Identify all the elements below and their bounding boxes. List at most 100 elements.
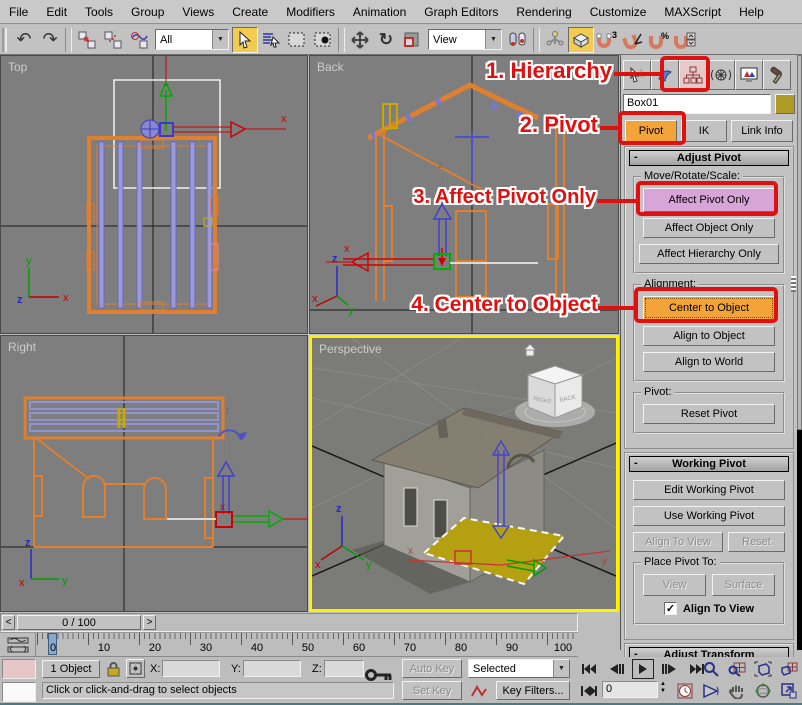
affect-hierarchy-only-button[interactable]: Affect Hierarchy Only (639, 244, 779, 264)
selection-filter-dropdown[interactable]: All (155, 29, 229, 50)
next-frame-icon[interactable] (658, 659, 680, 679)
x-coordinate-field[interactable] (162, 660, 220, 677)
time-configuration-icon[interactable] (674, 681, 696, 701)
align-to-world-button[interactable]: Align to World (643, 352, 775, 372)
use-working-pivot-button[interactable]: Use Working Pivot (633, 506, 785, 526)
keyboard-override-icon[interactable] (568, 27, 594, 53)
rectangular-selection-region-icon[interactable] (284, 27, 310, 53)
selection-lock-icon[interactable] (102, 659, 124, 679)
toolbar-grip[interactable] (2, 28, 7, 52)
undo-icon[interactable] (11, 27, 37, 53)
utilities-tab-icon[interactable] (763, 60, 791, 90)
redo-icon[interactable] (37, 27, 63, 53)
pan-hand-icon[interactable] (726, 681, 748, 701)
current-frame-field[interactable]: 0 (602, 681, 658, 698)
select-by-name-icon[interactable] (258, 27, 284, 53)
menu-views[interactable]: Views (173, 2, 223, 22)
chevron-down-icon[interactable] (485, 30, 501, 49)
affect-object-only-button[interactable]: Affect Object Only (643, 218, 775, 238)
reset-button[interactable]: Reset (728, 532, 785, 552)
reset-pivot-button[interactable]: Reset Pivot (643, 404, 775, 424)
key-filters-button[interactable]: Key Filters... (496, 681, 570, 700)
select-and-link-icon[interactable] (74, 27, 100, 53)
align-to-view-checkbox[interactable] (664, 602, 677, 615)
align-to-view-button[interactable]: Align To View (633, 532, 723, 552)
maxscript-mini-listener-white[interactable] (2, 682, 36, 702)
angle-snap-icon[interactable] (620, 27, 646, 53)
menu-tools[interactable]: Tools (76, 2, 122, 22)
working-pivot-rollout-header[interactable]: - Working Pivot (629, 456, 789, 472)
tab-ik[interactable]: IK (681, 120, 727, 142)
menu-modifiers[interactable]: Modifiers (277, 2, 344, 22)
go-to-start-icon[interactable] (578, 659, 600, 679)
track-bar[interactable]: 0 10 20 30 40 50 60 70 80 90 100 (0, 633, 578, 657)
unlink-selection-icon[interactable] (100, 27, 126, 53)
zoom-icon[interactable] (700, 659, 722, 679)
z-coordinate-field[interactable] (324, 660, 364, 677)
panel-scrollbar[interactable] (797, 55, 802, 650)
time-slider-button[interactable]: 0 / 100 (17, 615, 141, 630)
chevron-down-icon[interactable] (553, 660, 569, 677)
field-of-view-icon[interactable] (700, 681, 722, 701)
reference-coordinate-dropdown[interactable]: View (428, 29, 502, 50)
previous-frame-icon[interactable] (606, 659, 628, 679)
window-crossing-icon[interactable] (310, 27, 336, 53)
viewport-top[interactable]: Top (0, 55, 308, 334)
absolute-offset-toggle-icon[interactable] (126, 659, 145, 678)
menu-rendering[interactable]: Rendering (507, 2, 580, 22)
edit-working-pivot-button[interactable]: Edit Working Pivot (633, 480, 785, 500)
frame-spinner[interactable]: ▲▼ (660, 681, 666, 695)
default-tangent-icon[interactable] (468, 681, 490, 701)
tab-link-info[interactable]: Link Info (731, 120, 793, 142)
y-coordinate-field[interactable] (243, 660, 301, 677)
time-slider-prev[interactable]: < (2, 615, 15, 630)
zoom-all-icon[interactable] (726, 659, 748, 679)
surface-button[interactable]: Surface (712, 574, 775, 596)
menu-graph-editors[interactable]: Graph Editors (415, 2, 507, 22)
object-color-swatch[interactable] (775, 94, 795, 114)
panel-scrollbar-thumb[interactable] (797, 55, 802, 430)
key-mode-toggle-icon[interactable] (578, 681, 600, 701)
menu-maxscript[interactable]: MAXScript (655, 2, 730, 22)
bind-to-spacewarp-icon[interactable] (126, 27, 152, 53)
align-to-object-button[interactable]: Align to Object (643, 326, 775, 346)
chevron-down-icon[interactable] (212, 30, 228, 49)
menu-customize[interactable]: Customize (581, 2, 656, 22)
menu-help[interactable]: Help (730, 2, 773, 22)
mini-curve-editor-icon[interactable] (0, 633, 36, 657)
menu-edit[interactable]: Edit (37, 2, 76, 22)
maxscript-mini-listener-pink[interactable] (2, 659, 36, 679)
timeline-ruler[interactable]: 0 10 20 30 40 50 60 70 80 90 100 (37, 633, 577, 657)
zoom-extents-all-icon[interactable] (778, 659, 800, 679)
zoom-extents-icon[interactable] (752, 659, 774, 679)
panel-resize-grip[interactable] (791, 276, 796, 292)
viewport-perspective[interactable]: Perspective (309, 335, 619, 612)
set-key-button[interactable]: Set Key (402, 681, 462, 700)
arc-rotate-icon[interactable] (752, 681, 774, 701)
collapse-icon[interactable]: - (634, 151, 638, 163)
select-and-rotate-icon[interactable] (373, 27, 399, 53)
collapse-icon[interactable]: - (634, 457, 638, 469)
auto-key-button[interactable]: Auto Key (402, 659, 462, 678)
time-slider-next[interactable]: > (143, 615, 156, 630)
select-object-icon[interactable] (232, 27, 258, 53)
mirror-icon[interactable] (505, 27, 531, 53)
adjust-pivot-rollout-header[interactable]: - Adjust Pivot (629, 150, 789, 166)
view-button[interactable]: View (643, 574, 706, 596)
select-and-move-icon[interactable] (347, 27, 373, 53)
motion-tab-icon[interactable] (707, 60, 735, 90)
play-button-icon[interactable] (632, 659, 654, 679)
percent-snap-icon[interactable]: % (646, 27, 672, 53)
snaps-toggle-3d-icon[interactable]: 3 (594, 27, 620, 53)
menu-create[interactable]: Create (223, 2, 277, 22)
maximize-viewport-toggle-icon[interactable] (778, 681, 800, 701)
display-tab-icon[interactable] (735, 60, 763, 90)
select-and-scale-icon[interactable] (399, 27, 425, 53)
viewport-right[interactable]: Right z (0, 335, 308, 612)
menu-group[interactable]: Group (122, 2, 173, 22)
key-mode-dropdown[interactable]: Selected (468, 659, 570, 678)
menu-animation[interactable]: Animation (344, 2, 415, 22)
spinner-snap-icon[interactable] (672, 27, 698, 53)
menu-file[interactable]: File (0, 2, 37, 22)
select-and-manipulate-icon[interactable] (542, 27, 568, 53)
